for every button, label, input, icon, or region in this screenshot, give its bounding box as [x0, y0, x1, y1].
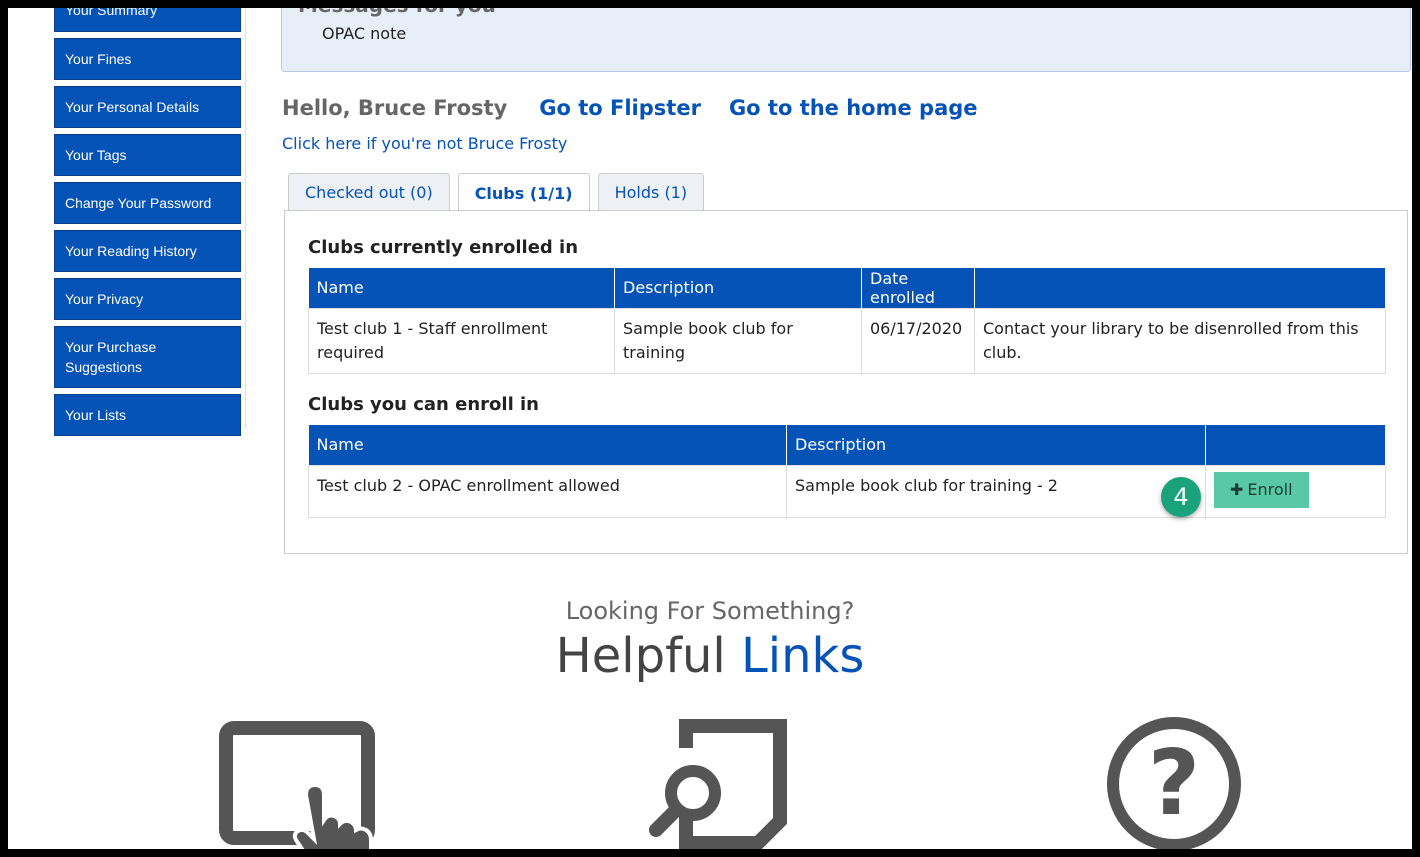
sidebar-item-label: Your Reading History [65, 243, 197, 259]
helpful-title-part2: Links [741, 628, 865, 684]
plus-icon: ✚ [1230, 480, 1244, 499]
enroll-button-label: Enroll [1247, 480, 1293, 499]
messages-title: Messages for you [298, 8, 496, 17]
go-to-home-page-link[interactable]: Go to the home page [729, 96, 978, 120]
enroll-cell: ✚ Enroll [1205, 464, 1386, 518]
messages-note: OPAC note [322, 24, 407, 43]
messages-box: Messages for you OPAC note [281, 8, 1411, 72]
sidebar-item-label: Your Purchase Suggestions [65, 339, 157, 375]
tab-checked-out[interactable]: Checked out (0) [288, 173, 450, 210]
club-date-cell: 06/17/2020 [861, 307, 975, 374]
tab-label: Clubs (1/1) [474, 183, 573, 203]
enrolled-clubs-table: Name Description Date enrolled Test club… [308, 268, 1386, 374]
greeting-row: Hello, Bruce Frosty Go to Flipster Go to… [282, 96, 1006, 120]
tab-bar: Checked out (0) Clubs (1/1) Holds (1) [288, 173, 712, 212]
helpful-title: Helpful Links [8, 628, 1412, 684]
sidebar-item-lists[interactable]: Your Lists [54, 394, 241, 436]
sidebar-item-label: Your Tags [65, 147, 127, 163]
column-header [1205, 425, 1386, 465]
club-name-cell: Test club 1 - Staff enrollment required [308, 307, 615, 374]
enrolled-section-title: Clubs currently enrolled in [308, 237, 579, 258]
column-header: Description [614, 268, 862, 308]
sidebar-item-reading-history[interactable]: Your Reading History [54, 230, 241, 272]
sidebar-item-tags[interactable]: Your Tags [54, 134, 241, 176]
greeting-hello: Hello, Bruce Frosty [282, 96, 508, 120]
sidebar-item-label: Change Your Password [65, 195, 212, 211]
sidebar-item-personal-details[interactable]: Your Personal Details [54, 86, 241, 128]
not-me-link[interactable]: Click here if you're not Bruce Frosty [282, 134, 567, 153]
column-header: Name [308, 268, 615, 308]
sidebar-item-label: Your Fines [65, 51, 132, 67]
sidebar-item-label: Your Personal Details [65, 99, 200, 115]
step-number-badge: 4 [1161, 477, 1201, 517]
column-header: Name [308, 425, 787, 465]
help-question-icon[interactable]: ? [1104, 714, 1244, 849]
available-section-title: Clubs you can enroll in [308, 394, 539, 415]
tab-holds[interactable]: Holds (1) [597, 173, 705, 210]
page: Your Summary Your Fines Your Personal De… [8, 8, 1412, 849]
sidebar-item-privacy[interactable]: Your Privacy [54, 278, 241, 320]
sidebar-item-purchase-suggestions[interactable]: Your Purchase Suggestions [54, 326, 241, 388]
column-header: Date enrolled [861, 268, 975, 308]
sidebar-item-summary[interactable]: Your Summary [54, 8, 241, 32]
sidebar-item-label: Your Summary [65, 8, 158, 18]
catalog-search-icon[interactable] [648, 718, 788, 849]
club-note-cell: Contact your library to be disenrolled f… [974, 307, 1386, 374]
club-description-cell: Sample book club for training [614, 307, 862, 374]
table-header-row: Name Description Date enrolled [308, 268, 1386, 308]
available-clubs-table: Name Description Test club 2 - OPAC enro… [308, 425, 1386, 518]
sidebar-item-change-password[interactable]: Change Your Password [54, 182, 241, 224]
column-header: Description [786, 425, 1206, 465]
tab-clubs[interactable]: Clubs (1/1) [457, 173, 590, 212]
enroll-button[interactable]: ✚ Enroll [1214, 471, 1309, 508]
club-name-cell: Test club 2 - OPAC enrollment allowed [308, 464, 787, 518]
svg-text:?: ? [1148, 731, 1200, 836]
sidebar-item-label: Your Lists [65, 407, 126, 423]
sidebar-item-label: Your Privacy [65, 291, 144, 307]
tab-label: Holds (1) [614, 182, 688, 202]
tablet-touch-icon[interactable] [218, 720, 388, 849]
helpful-subtitle: Looking For Something? [565, 597, 855, 625]
go-to-flipster-link[interactable]: Go to Flipster [539, 96, 701, 120]
tab-label: Checked out (0) [305, 182, 433, 202]
column-header [974, 268, 1386, 308]
sidebar: Your Summary Your Fines Your Personal De… [54, 8, 246, 436]
helpful-title-part1: Helpful [555, 628, 726, 684]
club-description-cell: Sample book club for training - 2 [786, 464, 1206, 518]
table-row: Test club 2 - OPAC enrollment allowed Sa… [308, 464, 1386, 518]
table-row: Test club 1 - Staff enrollment required … [308, 307, 1386, 374]
table-header-row: Name Description [308, 425, 1386, 465]
clubs-panel: Clubs currently enrolled in Name Descrip… [284, 210, 1408, 554]
sidebar-item-fines[interactable]: Your Fines [54, 38, 241, 80]
